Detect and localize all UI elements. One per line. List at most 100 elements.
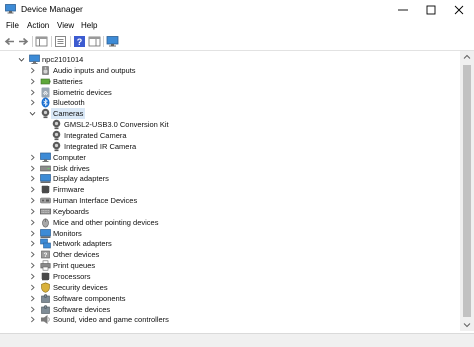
puzzle-piece-icon — [40, 293, 51, 304]
expand-chevron-icon[interactable] — [29, 316, 36, 323]
tree-item-label: Firmware — [53, 185, 85, 195]
scroll-up-arrow-icon[interactable] — [460, 51, 474, 63]
tree-category-bluetooth[interactable]: Bluetooth — [0, 97, 460, 108]
tree-item-label: Keyboards — [53, 206, 89, 216]
tree-category-monitors[interactable]: Monitors — [0, 228, 460, 239]
tree-item-label: Computer — [53, 152, 86, 162]
tree-category-keyboards[interactable]: Keyboards — [0, 206, 460, 217]
help-icon[interactable]: ? — [73, 35, 86, 48]
expand-chevron-icon[interactable] — [29, 284, 36, 291]
expand-chevron-icon[interactable] — [29, 175, 36, 182]
expand-chevron-icon[interactable] — [29, 273, 36, 280]
menu-bar: File Action View Help — [0, 19, 474, 33]
tree-category-software-devices[interactable]: Software devices — [0, 304, 460, 315]
expand-chevron-icon[interactable] — [29, 165, 36, 172]
tree-item-label: Human Interface Devices — [53, 196, 138, 206]
tree-device-integrated-ir-camera[interactable]: Integrated IR Camera — [0, 141, 460, 152]
expand-chevron-icon[interactable] — [29, 197, 36, 204]
disk-drive-icon — [40, 163, 51, 174]
speaker-icon — [40, 65, 51, 76]
close-button[interactable] — [445, 0, 473, 19]
camera-icon — [40, 108, 51, 119]
expand-chevron-icon[interactable] — [29, 306, 36, 313]
processor-icon — [40, 271, 51, 282]
tree-device-gmsl2-usb3-0-conversion-kit[interactable]: GMSL2-USB3.0 Conversion Kit — [0, 119, 460, 130]
expand-chevron-icon[interactable] — [29, 262, 36, 269]
tree-item-label: Bluetooth — [53, 98, 85, 108]
tree-item-label: Biometric devices — [53, 87, 112, 97]
minimize-button[interactable] — [389, 0, 417, 19]
tree-category-cameras[interactable]: Cameras — [0, 108, 460, 120]
tree-item-label: Mice and other pointing devices — [53, 217, 159, 227]
title-bar[interactable]: Device Manager — [0, 0, 474, 19]
tree-item-label: GMSL2-USB3.0 Conversion Kit — [64, 120, 169, 130]
tree-category-print-queues[interactable]: Print queues — [0, 260, 460, 271]
expand-chevron-icon[interactable] — [29, 230, 36, 237]
computer-icon — [29, 54, 40, 65]
expand-chevron-icon[interactable] — [29, 240, 36, 247]
window-title: Device Manager — [21, 4, 83, 14]
scan-hardware-monitor-icon[interactable] — [106, 35, 119, 48]
scrollbar-thumb[interactable] — [463, 65, 471, 317]
tree-item-label: Network adapters — [53, 239, 112, 249]
menu-help[interactable]: Help — [81, 21, 97, 30]
tree-root-computer[interactable]: npc2101014 — [0, 54, 460, 65]
scroll-down-arrow-icon[interactable] — [460, 319, 474, 331]
expand-chevron-icon[interactable] — [29, 208, 36, 215]
expand-chevron-icon[interactable] — [29, 89, 36, 96]
collapse-chevron-icon[interactable] — [29, 110, 36, 117]
svg-text:?: ? — [44, 253, 48, 259]
tree-category-disk-drives[interactable]: Disk drives — [0, 163, 460, 174]
collapse-chevron-icon[interactable] — [18, 56, 25, 63]
tree-category-display-adapters[interactable]: Display adapters — [0, 173, 460, 184]
expand-chevron-icon[interactable] — [29, 67, 36, 74]
tree-category-software-components[interactable]: Software components — [0, 293, 460, 304]
tree-category-firmware[interactable]: Firmware — [0, 184, 460, 195]
tree-category-biometric-devices[interactable]: Biometric devices — [0, 87, 460, 98]
tree-category-network-adapters[interactable]: Network adapters — [0, 238, 460, 249]
close-icon — [454, 5, 464, 15]
tree-category-computer[interactable]: Computer — [0, 152, 460, 163]
battery-icon — [40, 76, 51, 87]
menu-view[interactable]: View — [57, 21, 74, 30]
tree-item-label: Disk drives — [53, 163, 90, 173]
display-adapter-icon — [40, 173, 51, 184]
back-arrow-icon[interactable] — [3, 35, 16, 48]
expand-chevron-icon[interactable] — [29, 251, 36, 258]
printer-icon — [40, 260, 51, 271]
tree-category-audio-inputs-and-outputs[interactable]: Audio inputs and outputs — [0, 65, 460, 76]
device-manager-app-icon — [5, 4, 16, 14]
action-pane-icon[interactable] — [88, 35, 101, 48]
hid-icon — [40, 195, 51, 206]
maximize-button[interactable] — [417, 0, 445, 19]
toolbar-separator — [51, 36, 52, 47]
expand-chevron-icon[interactable] — [29, 186, 36, 193]
tree-category-other-devices[interactable]: ? Other devices — [0, 249, 460, 260]
unknown-device-icon: ? — [40, 249, 51, 260]
expand-chevron-icon[interactable] — [29, 219, 36, 226]
tree-category-sound-video-and-game-controllers[interactable]: Sound, video and game controllers — [0, 314, 460, 325]
computer-icon — [40, 152, 51, 163]
network-icon — [40, 238, 51, 249]
tree-category-security-devices[interactable]: Security devices — [0, 282, 460, 293]
show-hide-console-tree-icon[interactable] — [35, 35, 48, 48]
tree-item-label: Integrated Camera — [64, 130, 127, 140]
vertical-scrollbar[interactable] — [460, 51, 474, 331]
toolbar: ? — [0, 33, 474, 51]
sound-icon — [40, 314, 51, 325]
menu-action[interactable]: Action — [27, 21, 49, 30]
expand-chevron-icon[interactable] — [29, 78, 36, 85]
expand-chevron-icon[interactable] — [29, 99, 36, 106]
expand-chevron-icon[interactable] — [29, 295, 36, 302]
tree-category-human-interface-devices[interactable]: Human Interface Devices — [0, 195, 460, 206]
tree-category-processors[interactable]: Processors — [0, 271, 460, 282]
tree-category-batteries[interactable]: Batteries — [0, 76, 460, 87]
expand-chevron-icon[interactable] — [29, 154, 36, 161]
forward-arrow-icon[interactable] — [17, 35, 30, 48]
mouse-icon — [40, 217, 51, 228]
tree-category-mice-and-other-pointing-devices[interactable]: Mice and other pointing devices — [0, 217, 460, 228]
tree-item-label: Software components — [53, 293, 126, 303]
tree-device-integrated-camera[interactable]: Integrated Camera — [0, 130, 460, 141]
properties-icon[interactable] — [54, 35, 67, 48]
menu-file[interactable]: File — [6, 21, 19, 30]
